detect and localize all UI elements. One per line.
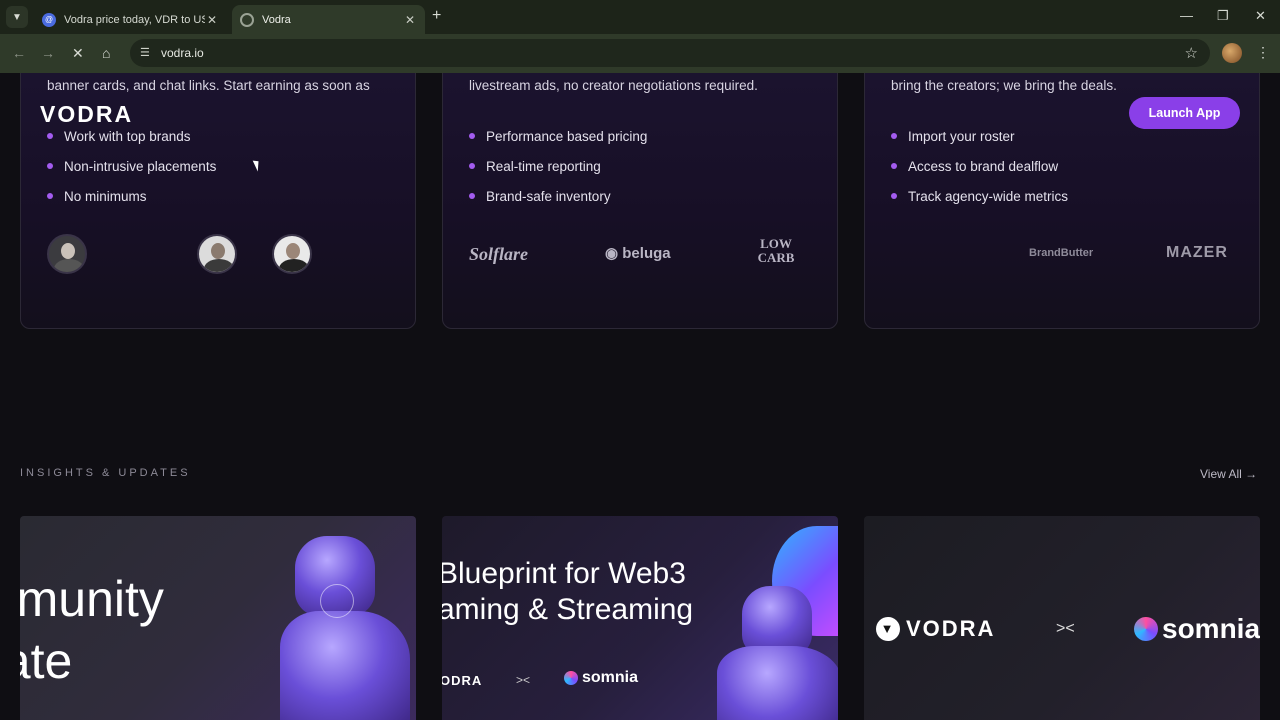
mazer-logo: MAZER [1166, 244, 1228, 261]
collab-separator: >< [516, 673, 531, 687]
bullet-dot [469, 163, 475, 169]
url-text[interactable]: vodra.io [161, 46, 204, 60]
vodra-logo: ODRA [442, 673, 483, 688]
avatar [272, 234, 312, 274]
feature-label: No minimums [64, 188, 147, 204]
list-item: No minimums [47, 181, 216, 211]
back-icon[interactable]: ← [12, 45, 26, 61]
somnia-logo: somnia [564, 669, 638, 687]
close-icon[interactable]: ✕ [403, 13, 417, 27]
astronaut-body [280, 611, 410, 720]
list-item: Non-intrusive placements [47, 151, 216, 181]
somnia-icon [564, 671, 578, 685]
avatar [197, 234, 237, 274]
list-item: Brand-safe inventory [469, 181, 647, 211]
bullet-dot [891, 193, 897, 199]
feature-label: Brand-safe inventory [486, 188, 611, 204]
avatar-body [54, 259, 84, 272]
site-header [20, 83, 1260, 141]
astronaut-body [717, 646, 838, 720]
tab-strip: ▼ @ Vodra price today, VDR to USD ✕ Vodr… [0, 0, 1280, 34]
section-label: INSIGHTS & UPDATES [20, 467, 191, 479]
profile-avatar[interactable] [1222, 43, 1242, 63]
list-item: Access to brand dealflow [891, 151, 1068, 181]
bullet-dot [469, 193, 475, 199]
feature-label: Access to brand dealflow [908, 158, 1059, 174]
title-line: aming & Streaming [442, 593, 694, 626]
tab-title: Vodra [262, 13, 291, 26]
page-content: banner cards, and chat links. Start earn… [0, 73, 1280, 720]
vodra-logo: ▼ VODRA [876, 616, 995, 642]
loading-icon [240, 12, 254, 27]
tab-vodra-price[interactable]: @ Vodra price today, VDR to USD ✕ [34, 5, 227, 34]
vodra-logo-text: VODRA [906, 616, 996, 641]
brand-logos: BrandButter MAZER [891, 234, 1233, 274]
tab-search-button[interactable]: ▼ [6, 6, 28, 28]
list-item: Real-time reporting [469, 151, 647, 181]
avatar [47, 234, 87, 274]
tab-title: Vodra price today, VDR to USD [64, 13, 205, 26]
site-info-icon[interactable]: ☰ [140, 46, 150, 59]
view-all-link[interactable]: View All → [1200, 467, 1257, 481]
post-card[interactable]: mmunity date [20, 516, 416, 720]
brandbutter-logo: BrandButter [1029, 247, 1094, 259]
bookmark-star-icon[interactable]: ☆ [1185, 44, 1198, 62]
post-title: mmunity date [20, 568, 164, 692]
low-carb-logo: LOW CARB [757, 236, 795, 265]
solflare-logo: Solflare [469, 244, 529, 264]
brand-logos: Solflare ◉ beluga LOW CARB [469, 234, 811, 274]
avatar-head [211, 243, 225, 259]
title-line: Blueprint for Web3 [442, 557, 686, 590]
post-card[interactable]: ▼ VODRA >< somnia [864, 516, 1260, 720]
address-bar[interactable]: ☰ vodra.io ☆ [130, 39, 1210, 67]
browser-toolbar: ← → ✕ ⌂ ☰ vodra.io ☆ [0, 34, 1280, 73]
minimize-icon[interactable]: — [1180, 8, 1193, 23]
somnia-logo-text: somnia [1162, 613, 1260, 644]
creator-avatars [47, 234, 389, 274]
avatar-head [286, 243, 300, 259]
menu-kebab-icon[interactable]: ⋮ [1256, 44, 1270, 61]
somnia-icon [1134, 617, 1158, 641]
site-logo[interactable]: VODRA [40, 101, 133, 128]
restore-icon[interactable]: ❐ [1217, 8, 1229, 24]
bullet-dot [891, 163, 897, 169]
avatar-body [279, 259, 309, 272]
forward-icon[interactable]: → [41, 45, 55, 61]
title-line: mmunity [20, 571, 164, 627]
vodra-emblem-icon [320, 584, 354, 618]
stop-icon[interactable]: ✕ [72, 45, 84, 62]
avatar-body [204, 259, 234, 272]
new-tab-icon[interactable]: + [432, 7, 441, 25]
coin-icon: @ [42, 12, 56, 27]
feature-label: Non-intrusive placements [64, 158, 217, 174]
beluga-logo-text: beluga [622, 245, 671, 262]
feature-label: Real-time reporting [486, 158, 601, 174]
avatar-head [61, 243, 75, 259]
launch-app-button[interactable]: Launch App [1129, 97, 1240, 129]
post-card[interactable]: Blueprint for Web3 aming & Streaming ODR… [442, 516, 838, 720]
bullet-dot [47, 163, 53, 169]
feature-label: Track agency-wide metrics [908, 188, 1069, 204]
home-icon[interactable]: ⌂ [102, 45, 110, 61]
somnia-logo: somnia [1134, 613, 1260, 645]
list-item: Track agency-wide metrics [891, 181, 1068, 211]
somnia-logo-text: somnia [582, 669, 639, 686]
post-title: Blueprint for Web3 aming & Streaming [442, 556, 693, 628]
vodra-mark-icon: ▼ [876, 617, 900, 641]
tab-vodra[interactable]: Vodra ✕ [232, 5, 425, 34]
window-close-icon[interactable]: ✕ [1255, 8, 1266, 24]
collab-separator: >< [1056, 620, 1075, 637]
chevron-down-icon: ▼ [12, 11, 22, 23]
title-line: date [20, 633, 73, 689]
beluga-logo: ◉ beluga [605, 245, 671, 262]
close-icon[interactable]: ✕ [205, 13, 219, 27]
bullet-dot [47, 193, 53, 199]
